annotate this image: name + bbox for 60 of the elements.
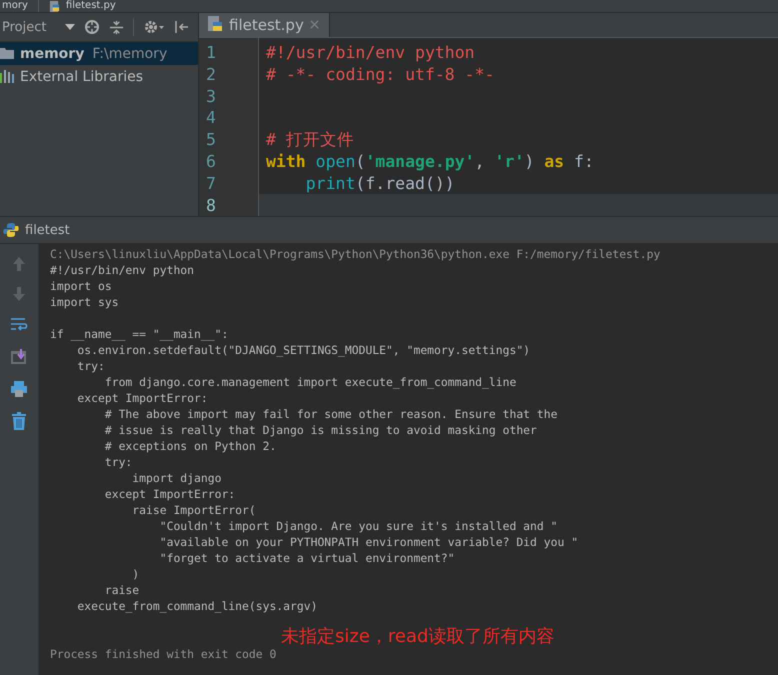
collapse-icon[interactable] [109,20,124,34]
console-line: if __name__ == "__main__": [50,327,228,341]
tree-item-name: External Libraries [20,68,143,84]
line-number: 3 [206,86,216,106]
annotation-text: 未指定size，read读取了所有内容 [281,625,554,648]
console-line: import os [50,279,112,293]
console-line: os.environ.setdefault("DJANGO_SETTINGS_MODULE", "memory.settings") [76,343,530,357]
console-line: raise ImportError( [131,503,256,517]
hide-panel-icon[interactable] [174,19,190,35]
code-line: # -*- coding: utf-8 -*- [266,64,494,84]
console-line: # issue is really that Django is missing to avoid masking other [104,423,537,437]
line-number: 6 [206,152,216,171]
python-file-icon [48,0,60,12]
console-line: C:\Users\linuxliu\AppData\Local\Programs\Python\Python36\python.exe F:/memory/filetest.py [50,247,660,261]
editor-tab[interactable]: filetest.py [199,13,330,37]
line-number: 7 [206,174,216,193]
code-line: with open('manage.py', 'r') as f: [266,152,594,171]
scroll-to-end-icon[interactable] [10,348,28,366]
console-line: except ImportError: [76,391,208,405]
library-bars-icon [0,70,14,83]
console-line: "available on your PYTHONPATH environment variable? Did you " [158,535,578,549]
run-tab-title[interactable]: filetest [25,222,70,238]
console-line: try: [76,359,105,373]
console-line: from django.core.management import execute_from_command_line [104,375,516,389]
console-line: import sys [50,295,119,309]
line-number: 8 [206,196,216,215]
code-line: # 打开文件 [266,128,354,151]
console-line: raise [104,583,140,597]
python-file-icon [207,16,223,34]
breadcrumb[interactable]: filetest.py [66,0,116,12]
console-line: execute_from_command_line(sys.argv) [76,599,318,613]
console-line: Process finished with exit code 0 [50,647,276,661]
console-line: except ImportError: [104,487,236,501]
crosshair-icon[interactable] [84,19,100,35]
project-tree-item[interactable]: memory F:\memory [0,42,198,65]
console-line: try: [104,455,132,469]
dropdown-caret-icon[interactable] [65,24,76,30]
trash-icon[interactable] [10,412,28,430]
folder-icon [0,48,14,59]
tree-item-path: F:\memory [92,46,168,62]
line-number: 4 [206,108,216,128]
python-logo-icon [3,222,19,238]
code-line: #!/usr/bin/env python [266,43,475,62]
print-icon[interactable] [10,380,28,398]
settings-icon[interactable] [143,19,166,35]
breadcrumb[interactable]: mory [2,0,28,12]
console-line: #!/usr/bin/env python [50,263,194,277]
project-view-selector[interactable]: Project [2,20,46,34]
line-number: 2 [206,64,216,84]
console-line: ) [131,567,140,581]
line-number: 1 [206,43,216,62]
console-line: # exceptions on Python 2. [104,439,276,453]
console-line: "Couldn't import Django. Are you sure it's installed and " [158,519,558,533]
console-line: "forget to activate a virtual environment?" [158,551,455,565]
line-number: 5 [206,130,216,150]
code-line: print(f.read()) [306,174,455,193]
tree-item-name: memory [20,46,84,62]
console-line: # The above import may fail for some other reason. Ensure that the [104,407,558,421]
console-line: import django [131,471,222,485]
project-tree-item[interactable]: External Libraries [0,65,198,88]
